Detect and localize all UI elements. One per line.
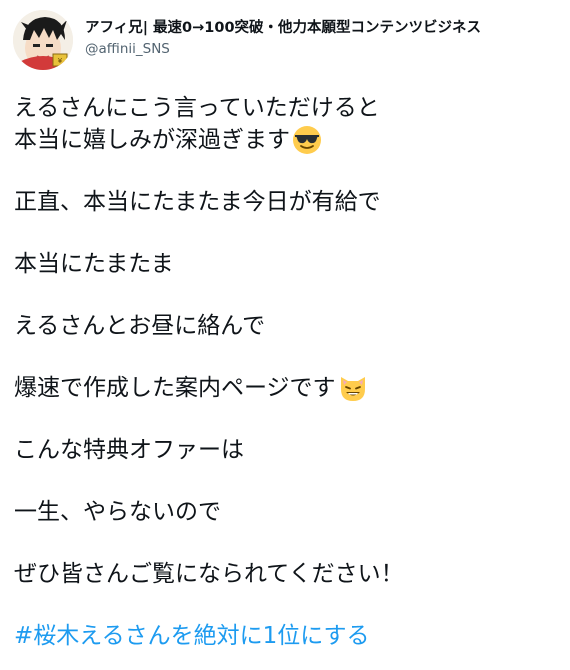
- tweet-line-text: 本当に嬉しみが深過ぎます: [14, 127, 290, 153]
- avatar[interactable]: ¥: [13, 10, 73, 70]
- tweet-line: 正直、本当にたまたま今日が有給で: [14, 186, 559, 218]
- svg-text:¥: ¥: [58, 57, 63, 65]
- display-name[interactable]: アフィ兄| 最速0→100突破・他力本願型コンテンツビジネス: [85, 18, 563, 38]
- tweet-line-text: 正直、本当にたまたま今日が有給で: [14, 189, 381, 215]
- tweet-line: 本当に嬉しみが深過ぎます: [14, 124, 559, 156]
- tweet-line: ぜひ皆さんご覧になられてください！: [14, 558, 559, 590]
- tweet-line: えるさんにこう言っていただけると: [14, 92, 559, 124]
- user-handle[interactable]: @affinii_SNS: [85, 40, 563, 59]
- tweet-line-text: えるさんにこう言っていただけると: [14, 95, 380, 121]
- tweet-line-text: えるさんとお昼に絡んで: [14, 313, 266, 339]
- tweet-line: #桜木えるさんを絶対に1位にする: [14, 620, 559, 652]
- tweet-line-text: 一生、やらないので: [14, 499, 221, 525]
- tweet-line-text: こんな特典オファーは: [14, 437, 244, 463]
- grinning-cat-icon: [338, 373, 368, 403]
- tweet-line-text: ぜひ皆さんご覧になられてください！: [14, 561, 404, 587]
- smiling-face-with-sunglasses-icon: [292, 125, 322, 155]
- tweet-text: えるさんにこう言っていただけると 本当に嬉しみが深過ぎます 正直、本当にたまたま…: [14, 92, 559, 652]
- tweet-line: 一生、やらないので: [14, 496, 559, 528]
- avatar-image: ¥: [13, 10, 73, 70]
- tweet-header: ¥ アフィ兄| 最速0→100突破・他力本願型コンテンツビジネス @affini…: [13, 10, 563, 70]
- tweet: ¥ アフィ兄| 最速0→100突破・他力本願型コンテンツビジネス @affini…: [0, 0, 570, 670]
- tweet-line: こんな特典オファーは: [14, 434, 559, 466]
- user-names: アフィ兄| 最速0→100突破・他力本願型コンテンツビジネス @affinii_…: [85, 18, 563, 59]
- tweet-line: えるさんとお昼に絡んで: [14, 310, 559, 342]
- tweet-line-text: 本当にたまたま: [14, 251, 174, 277]
- hashtag-link[interactable]: #桜木えるさんを絶対に1位にする: [14, 620, 369, 652]
- tweet-line-text: 爆速で作成した案内ページです: [14, 375, 336, 401]
- tweet-line: 爆速で作成した案内ページです: [14, 372, 559, 404]
- tweet-line: 本当にたまたま: [14, 248, 559, 280]
